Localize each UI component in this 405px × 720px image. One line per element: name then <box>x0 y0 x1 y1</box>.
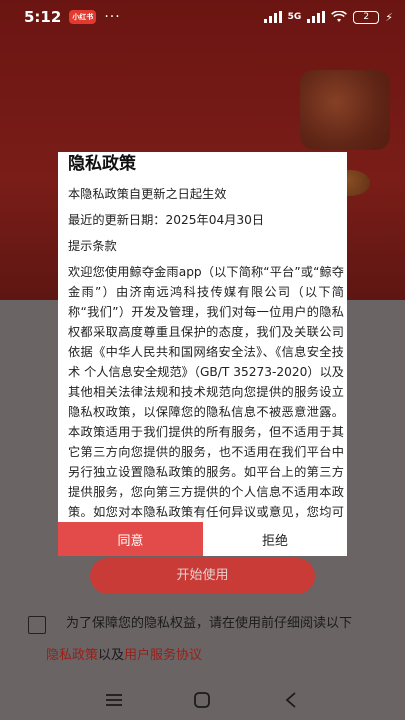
app-notification-icon: 小红书 <box>69 10 97 24</box>
effective-statement: 本隐私政策自更新之日起生效 <box>68 187 227 201</box>
consent-checkbox[interactable] <box>28 616 46 634</box>
wifi-icon <box>331 11 348 22</box>
status-time: 5:12 <box>24 8 62 26</box>
dialog-title: 隐私政策 <box>68 154 136 174</box>
status-icons: 5G 2 ⚡ <box>263 10 393 24</box>
back-nav-icon[interactable] <box>276 685 306 715</box>
update-date: 最近的更新日期：2025年04月30日 <box>68 213 265 227</box>
more-notifications-icon: ··· <box>104 9 121 25</box>
privacy-policy-link[interactable]: 隐私政策 <box>46 648 98 663</box>
network-type: 5G <box>287 12 302 22</box>
dialog-body[interactable]: 本隐私政策自更新之日起生效 最近的更新日期：2025年04月30日 提示条款 欢… <box>68 184 344 524</box>
start-button[interactable]: 开始使用 <box>90 558 315 594</box>
consent-joiner: 以及 <box>98 648 125 663</box>
user-agreement-link[interactable]: 用户服务协议 <box>124 648 202 663</box>
dialog-footer: 同意 拒绝 <box>58 522 347 556</box>
consent-text: 为了保障您的隐私权益，请在使用前仔细阅读以下 <box>66 616 353 631</box>
charging-icon: ⚡ <box>385 10 393 24</box>
treasure-chest-image <box>300 70 390 150</box>
notice-heading: 提示条款 <box>68 239 117 253</box>
battery-icon: 2 <box>353 10 380 24</box>
agree-button[interactable]: 同意 <box>58 522 203 556</box>
menu-nav-icon[interactable] <box>99 685 129 715</box>
consent-links: 隐私政策以及用户服务协议 <box>46 646 396 665</box>
signal-icon-2 <box>307 11 326 23</box>
signal-icon <box>263 11 282 23</box>
privacy-policy-dialog: 隐私政策 本隐私政策自更新之日起生效 最近的更新日期：2025年04月30日 提… <box>58 152 347 556</box>
home-nav-icon[interactable] <box>187 685 217 715</box>
refuse-button[interactable]: 拒绝 <box>203 522 347 556</box>
status-bar: 5:12 小红书 ··· 5G 2 ⚡ <box>0 0 405 34</box>
policy-text: 欢迎您使用鲸夺金雨app（以下简称“平台”或“鲸夺金雨”）由济南远鸿科技传媒有限… <box>68 265 344 519</box>
navigation-bar <box>0 680 405 720</box>
